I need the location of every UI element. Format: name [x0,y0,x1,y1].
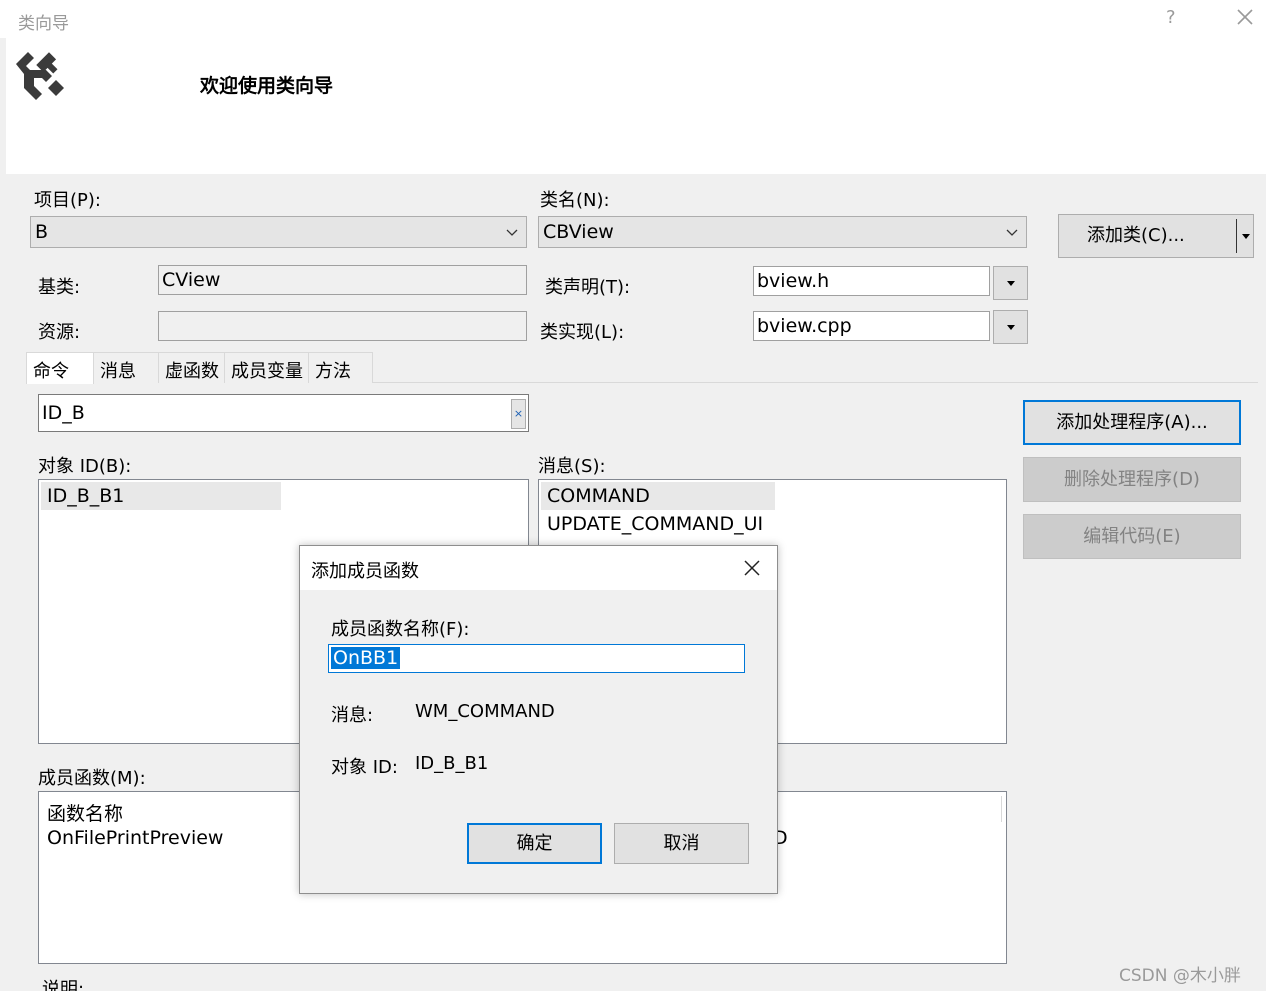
resource-label: 资源: [38,322,81,343]
tab-methods[interactable]: 方法 [308,352,373,383]
tab-member-variables[interactable]: 成员变量 [224,352,309,383]
edit-code-button[interactable]: 编辑代码(E) [1023,514,1241,559]
base-class-field: CView [158,265,527,295]
message-label: 消息: [331,705,374,726]
title-bar: 类向导 ? [0,0,1266,38]
table-row[interactable]: OnFilePrintPreview [41,824,223,852]
project-label: 项目(P): [34,190,101,211]
help-button[interactable]: ? [1166,7,1176,28]
message-value: WM_COMMAND [415,701,555,722]
chevron-down-icon [1006,229,1018,236]
delete-handler-button[interactable]: 删除处理程序(D) [1023,457,1241,502]
welcome-banner: 欢迎使用类向导 [6,38,1266,174]
welcome-heading: 欢迎使用类向导 [200,75,334,97]
resource-field [158,311,527,341]
class-wizard-logo-icon [16,52,64,100]
class-decl-value: bview.h [757,270,830,292]
dialog-title: 添加成员函数 [311,561,419,582]
function-name-label: 成员函数名称(F): [331,619,470,640]
tab-messages[interactable]: 消息 [93,352,160,383]
watermark: CSDN @木小胖 [1119,966,1241,986]
chevron-down-icon [506,229,518,236]
ok-button[interactable]: 确定 [467,823,602,864]
class-decl-dropdown-button[interactable] [993,266,1028,300]
search-value: ID_B [42,402,85,424]
cancel-button[interactable]: 取消 [614,823,749,864]
class-name-label: 类名(N): [540,190,610,211]
add-handler-button[interactable]: 添加处理程序(A)... [1023,400,1241,445]
class-decl-label: 类声明(T): [545,277,631,298]
list-item[interactable]: UPDATE_COMMAND_UI [541,510,841,538]
dialog-title-bar: 添加成员函数 [300,546,777,590]
close-icon[interactable] [1232,4,1258,30]
member-functions-label: 成员函数(M): [38,768,146,789]
close-icon[interactable] [740,556,764,580]
project-value: B [35,221,49,243]
list-item[interactable]: COMMAND [541,482,775,510]
column-divider [1001,796,1002,822]
class-impl-value: bview.cpp [757,315,852,337]
class-decl-field[interactable]: bview.h [753,266,990,296]
class-name-dropdown[interactable]: CBView [538,216,1027,248]
base-class-label: 基类: [38,277,81,298]
dropdown-arrow-icon [1007,281,1015,286]
object-id-row: 对象 ID: ID_B_B1 [331,753,488,779]
add-member-function-dialog: 添加成员函数 成员函数名称(F): OnBB1 消息: WM_COMMAND 对… [299,545,778,894]
description-label: 说明: [42,979,85,991]
messages-label: 消息(S): [538,456,606,477]
class-impl-dropdown-button[interactable] [993,310,1028,344]
tab-commands[interactable]: 命令 [26,352,94,384]
class-name-value: CBView [543,221,614,243]
tab-virtual-functions[interactable]: 虚函数 [158,352,225,383]
object-ids-label: 对象 ID(B): [38,456,132,477]
message-row: 消息: WM_COMMAND [331,701,555,727]
object-id-label: 对象 ID: [331,757,398,778]
list-item[interactable]: ID_B_B1 [41,482,281,510]
search-input[interactable]: ID_B × [38,394,529,432]
table-header[interactable]: 函数名称 [41,796,123,825]
window-title: 类向导 [18,14,69,34]
base-class-value: CView [162,269,221,291]
dropdown-arrow-icon[interactable] [1242,234,1250,239]
dropdown-arrow-icon [1007,325,1015,330]
project-dropdown[interactable]: B [30,216,527,248]
object-id-value: ID_B_B1 [415,753,489,774]
function-name-value: OnBB1 [331,647,401,669]
class-impl-field[interactable]: bview.cpp [753,311,990,341]
add-class-label: 添加类(C)... [1087,225,1185,246]
add-class-button[interactable]: 添加类(C)... [1058,214,1254,258]
function-name-input[interactable]: OnBB1 [328,644,745,673]
clear-search-icon[interactable]: × [511,399,526,429]
split-divider [1236,219,1237,253]
class-impl-label: 类实现(L): [540,322,625,343]
